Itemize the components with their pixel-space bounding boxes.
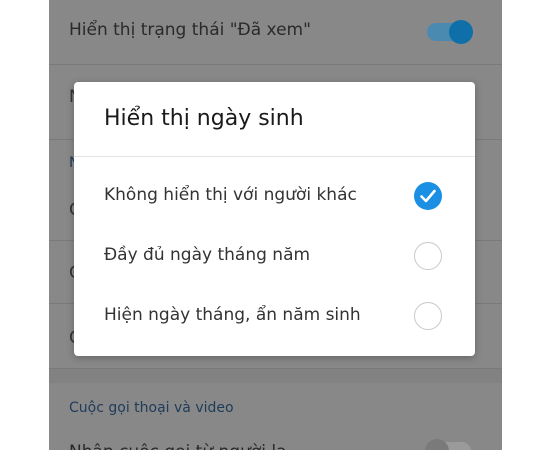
section-gap — [49, 369, 502, 383]
setting-row-stranger-calls[interactable]: Nhận cuộc gọi từ người lạ — [49, 432, 502, 450]
dialog-divider — [74, 156, 475, 157]
toggle-knob — [425, 439, 449, 450]
radio-selected[interactable] — [414, 182, 442, 210]
birthday-visibility-dialog: Hiển thị ngày sinh Không hiển thị với ng… — [74, 82, 475, 356]
radio-unselected[interactable] — [414, 302, 442, 330]
stranger-calls-toggle[interactable] — [425, 439, 471, 450]
option-label: Hiện ngày tháng, ẩn năm sinh — [104, 305, 361, 325]
check-icon — [420, 189, 436, 203]
option-label: Đầy đủ ngày tháng năm — [104, 245, 311, 265]
option-label: Không hiển thị với người khác — [104, 185, 357, 205]
section-header-calls: Cuộc gọi thoại và video — [69, 400, 234, 416]
option-hide-from-others[interactable]: Không hiển thị với người khác — [74, 167, 475, 227]
setting-label-seen-status: Hiển thị trạng thái "Đã xem" — [69, 20, 311, 40]
seen-status-toggle[interactable] — [427, 20, 473, 44]
toggle-knob — [449, 20, 473, 44]
dialog-title: Hiển thị ngày sinh — [104, 106, 304, 131]
option-full-date[interactable]: Đầy đủ ngày tháng năm — [74, 227, 475, 287]
radio-unselected[interactable] — [414, 242, 442, 270]
setting-row-seen-status[interactable]: Hiển thị trạng thái "Đã xem" — [49, 0, 502, 65]
setting-label-stranger-calls: Nhận cuộc gọi từ người lạ — [69, 442, 287, 450]
option-day-month-only[interactable]: Hiện ngày tháng, ẩn năm sinh — [74, 287, 475, 347]
